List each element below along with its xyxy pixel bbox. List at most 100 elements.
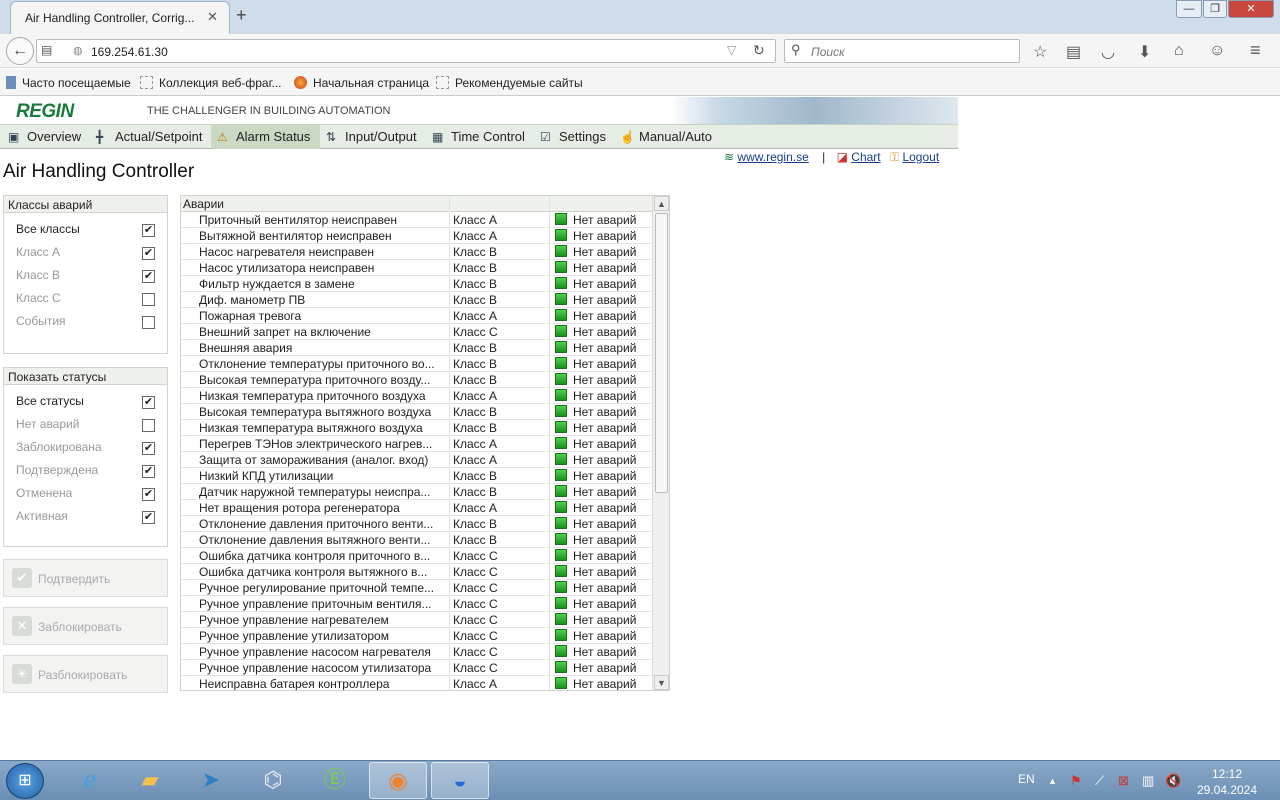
block-button[interactable]: ✕ Заблокировать	[3, 607, 168, 645]
table-row[interactable]: Вытяжной вентилятор неисправен Класс A Нет…	[181, 228, 652, 244]
status-cancelled-checkbox[interactable]: ✔	[142, 488, 155, 501]
url-bar[interactable]: ▤ ◍ 169.254.61.30 ▽ ↻	[36, 39, 776, 63]
start-button[interactable]: ⊞	[6, 763, 44, 799]
tray-expand-icon[interactable]: ▲	[1048, 776, 1057, 786]
menu-input-output[interactable]: ⇅ Input/Output	[320, 125, 423, 149]
search-bar[interactable]: ⚲ Поиск	[784, 39, 1020, 63]
browser-tab[interactable]: Air Handling Controller, Corrig... ✕	[10, 1, 230, 34]
url-text[interactable]: 169.254.61.30	[91, 45, 168, 59]
status-no-alarm-checkbox[interactable]	[142, 419, 155, 432]
class-all-checkbox[interactable]: ✔	[142, 224, 155, 237]
chart-link[interactable]: Chart	[851, 150, 880, 164]
status-confirmed-checkbox[interactable]: ✔	[142, 465, 155, 478]
teamviewer-icon[interactable]: ➤	[182, 762, 240, 799]
table-scrollbar[interactable]: ▲ ▼	[652, 196, 669, 690]
table-row[interactable]: Диф. манометр ПВ Класс B Нет аварий	[181, 292, 652, 308]
menu-manual-auto[interactable]: ☝ Manual/Auto	[614, 125, 718, 149]
bookmark-star-icon[interactable]: ☆	[1033, 42, 1047, 62]
bookmark-item[interactable]: Часто посещаемые	[6, 76, 131, 90]
download-icon[interactable]: ⬇	[1138, 42, 1151, 62]
menu-actual-setpoint[interactable]: ╋ Actual/Setpoint	[90, 125, 208, 149]
confirm-button[interactable]: ✔ Подтвердить	[3, 559, 168, 597]
regin-website-link[interactable]: www.regin.se	[737, 150, 808, 164]
menu-alarm-status[interactable]: ⚠ Alarm Status	[211, 125, 320, 149]
table-row[interactable]: Ручное управление нагревателем Класс C Нет…	[181, 612, 652, 628]
scrollbar-thumb[interactable]	[655, 213, 668, 493]
unblock-button[interactable]: ✳ Разблокировать	[3, 655, 168, 693]
network-tool-icon[interactable]: ⌬	[244, 762, 302, 799]
class-c-checkbox[interactable]	[142, 293, 155, 306]
events-checkbox[interactable]	[142, 316, 155, 329]
status-active-checkbox[interactable]: ✔	[142, 511, 155, 524]
pocket-icon[interactable]: ◡	[1101, 42, 1115, 62]
home-icon[interactable]: ⌂	[1174, 42, 1184, 60]
logout-link[interactable]: Logout	[902, 150, 939, 164]
scroll-down-arrow-icon[interactable]: ▼	[654, 675, 669, 690]
regin-app-taskbar-icon[interactable]: ◒	[431, 762, 489, 799]
table-row[interactable]: Насос нагревателя неисправен Класс B Нет а…	[181, 244, 652, 260]
table-row[interactable]: Низкая температура приточного воздуха Кла…	[181, 388, 652, 404]
smiley-icon[interactable]: ☺	[1209, 42, 1225, 60]
close-window-button[interactable]: ✕	[1228, 0, 1274, 18]
menu-icon[interactable]: ≡	[1250, 40, 1261, 61]
menu-time-control[interactable]: ▦ Time Control	[426, 125, 531, 149]
status-indicator-icon	[555, 533, 567, 545]
reload-icon[interactable]: ↻	[753, 42, 765, 59]
status-all-checkbox[interactable]: ✔	[142, 396, 155, 409]
table-row[interactable]: Пожарная тревога Класс A Нет аварий	[181, 308, 652, 324]
table-row[interactable]: Ошибка датчика контроля вытяжного в... Кл…	[181, 564, 652, 580]
maximize-button[interactable]: ❐	[1203, 0, 1227, 18]
table-row[interactable]: Насос утилизатора неисправен Класс B Нет а…	[181, 260, 652, 276]
class-a-checkbox[interactable]: ✔	[142, 247, 155, 260]
table-row[interactable]: Внешняя авария Класс B Нет аварий	[181, 340, 652, 356]
dropdown-arrow-icon[interactable]: ▽	[727, 43, 736, 57]
reading-list-icon[interactable]: ▤	[1066, 42, 1081, 62]
table-row[interactable]: Ручное регулирование приточной темпе... К…	[181, 580, 652, 596]
menu-overview[interactable]: ▣ Overview	[2, 125, 87, 149]
network-error-icon[interactable]: ⚑	[1070, 773, 1082, 789]
table-row[interactable]: Отклонение температуры приточного во... К…	[181, 356, 652, 372]
menu-label: Overview	[27, 129, 82, 144]
table-row[interactable]: Защита от замораживания (аналог. вход) Кл…	[181, 452, 652, 468]
back-button[interactable]: ←	[6, 37, 34, 65]
green-app-icon[interactable]: Ⓔ	[306, 762, 364, 799]
scroll-up-arrow-icon[interactable]: ▲	[654, 196, 669, 211]
new-tab-button[interactable]: +	[236, 5, 247, 26]
keyboard-language[interactable]: EN	[1018, 772, 1035, 786]
table-row[interactable]: Приточный вентилятор неисправен Класс A Не…	[181, 212, 652, 228]
bookmark-item[interactable]: Рекомендуемые сайты	[436, 76, 583, 90]
table-row[interactable]: Отклонение давления приточного венти... К…	[181, 516, 652, 532]
system-clock[interactable]: 12:12 29.04.2024	[1192, 766, 1262, 798]
table-row[interactable]: Нет вращения ротора регенератора Класс A Н…	[181, 500, 652, 516]
bookmark-item[interactable]: Коллекция веб-фраг...	[140, 76, 282, 90]
table-row[interactable]: Ручное управление приточным вентиля... Кл…	[181, 596, 652, 612]
table-row[interactable]: Отклонение давления вытяжного венти... Кл…	[181, 532, 652, 548]
minimize-button[interactable]: —	[1176, 0, 1202, 18]
tab-close-icon[interactable]: ✕	[207, 9, 218, 25]
menu-settings[interactable]: ☑ Settings	[534, 125, 612, 149]
file-explorer-icon[interactable]: ▰	[121, 762, 179, 799]
status-blocked-checkbox[interactable]: ✔	[142, 442, 155, 455]
table-row[interactable]: Ручное управление насосом утилизатора Кла…	[181, 660, 652, 676]
table-row[interactable]: Низкий КПД утилизации Класс B Нет аварий	[181, 468, 652, 484]
tray-app-icon[interactable]: ⟋	[1095, 773, 1104, 789]
class-b-checkbox[interactable]: ✔	[142, 270, 155, 283]
table-row[interactable]: Перегрев ТЭНов электрического нагрев... К…	[181, 436, 652, 452]
bookmark-item[interactable]: Начальная страница	[294, 76, 429, 90]
internet-explorer-icon[interactable]: ℯ	[61, 762, 119, 799]
table-row[interactable]: Ошибка датчика контроля приточного в... К…	[181, 548, 652, 564]
tray-warning-icon[interactable]: ⊠	[1118, 773, 1129, 789]
table-row[interactable]: Ручное управление утилизатором Класс C Нет…	[181, 628, 652, 644]
table-row[interactable]: Внешний запрет на включение Класс C Нет ав…	[181, 324, 652, 340]
volume-icon[interactable]: 🔇	[1165, 773, 1181, 789]
tray-network-icon[interactable]: ▥	[1142, 773, 1154, 789]
table-row[interactable]: Неисправна батарея контроллера Класс A Нет…	[181, 676, 652, 690]
alarm-class: Класс B	[453, 245, 498, 259]
firefox-taskbar-icon[interactable]: ◉	[369, 762, 427, 799]
table-row[interactable]: Ручное управление насосом нагревателя Кла…	[181, 644, 652, 660]
table-row[interactable]: Высокая температура приточного возду... К…	[181, 372, 652, 388]
table-row[interactable]: Высокая температура вытяжного воздуха Кла…	[181, 404, 652, 420]
table-row[interactable]: Датчик наружной температуры неиспра... Кл…	[181, 484, 652, 500]
table-row[interactable]: Фильтр нуждается в замене Класс B Нет авар…	[181, 276, 652, 292]
table-row[interactable]: Низкая температура вытяжного воздуха Клас…	[181, 420, 652, 436]
